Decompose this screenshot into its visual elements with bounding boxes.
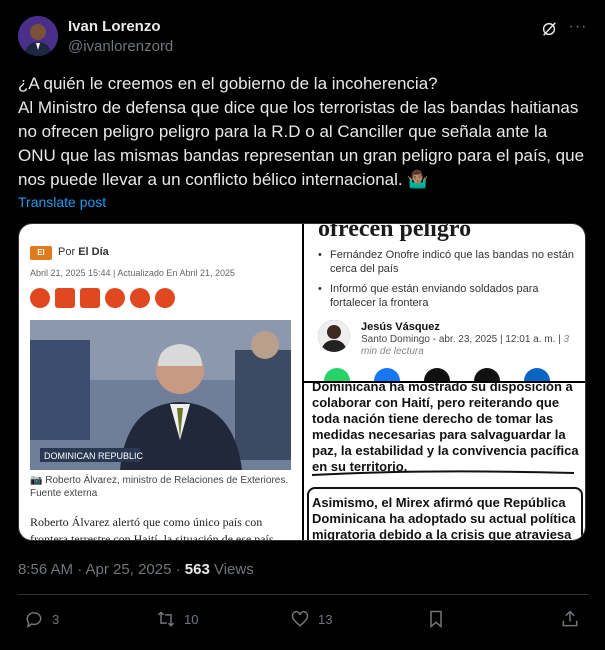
reply-icon	[26, 612, 42, 629]
reply-count: 3	[52, 611, 60, 627]
author-photo	[318, 320, 350, 352]
grok-icon[interactable]	[540, 20, 558, 38]
linkedin-icon	[524, 368, 550, 381]
share-button[interactable]	[560, 609, 580, 629]
author-name[interactable]: Ivan Lorenzo	[68, 18, 161, 35]
bookmark-button[interactable]	[426, 609, 446, 629]
reply-button[interactable]: 3	[24, 609, 59, 629]
article-dateline: Abril 21, 2025 15:44 | Actualizado En Ab…	[30, 268, 235, 278]
bookmark-icon	[430, 610, 442, 629]
post-header: Ivan Lorenzo @ivanlorenzord ···	[18, 16, 588, 60]
views-label: Views	[209, 561, 254, 578]
heart-icon	[291, 610, 309, 627]
underline-mark	[311, 470, 575, 476]
post-time[interactable]: 8:56 AM · Apr 25, 2025 ·	[18, 561, 185, 578]
article-meta: Santo Domingo - abr. 23, 2025 | 12:01 a.…	[361, 334, 581, 358]
threads-icon	[474, 368, 500, 381]
article-excerpt: Dominicana ha mostrado su disposición a …	[312, 383, 579, 474]
whatsapp-icon	[324, 368, 350, 381]
article-bullets: Fernández Onofre indicó que las bandas n…	[318, 248, 576, 316]
bullet-item: Fernández Onofre indicó que las bandas n…	[318, 248, 576, 276]
article-excerpt-highlighted: Asimismo, el Mirex afirmó que República …	[312, 495, 576, 541]
article-byline: Por El Día	[58, 246, 109, 258]
like-button[interactable]: 13	[290, 609, 332, 629]
media-image-2[interactable]: ofrecen peligro Fernández Onofre indicó …	[304, 224, 585, 381]
author-handle[interactable]: @ivanlorenzord	[68, 38, 173, 55]
repost-count: 10	[184, 611, 199, 627]
linkedin-icon	[80, 288, 100, 308]
share-icon	[562, 610, 578, 627]
share-icons	[324, 368, 550, 381]
avatar[interactable]	[18, 16, 58, 56]
svg-text:DOMINICAN REPUBLIC: DOMINICAN REPUBLIC	[44, 451, 144, 461]
share-icons	[30, 288, 175, 308]
byline-source: El Día	[78, 246, 109, 258]
facebook-icon	[30, 288, 50, 308]
action-bar: 3 10 13	[18, 609, 588, 633]
views-count: 563	[184, 561, 210, 578]
bullet-item: Informó que están enviando soldados para…	[318, 282, 576, 310]
article-body: Roberto Álvarez alertó que como único pa…	[30, 515, 274, 541]
post-media[interactable]: El Día Por El Día Abril 21, 2025 15:44 |…	[18, 223, 586, 541]
divider	[18, 594, 588, 595]
x-icon	[424, 368, 450, 381]
el-dia-logo: El Día	[30, 246, 52, 271]
translate-post-link[interactable]: Translate post	[18, 194, 106, 210]
repost-button[interactable]: 10	[156, 609, 198, 629]
post-text: ¿A quién le creemos en el gobierno de la…	[18, 74, 585, 189]
x-icon	[55, 288, 75, 308]
media-image-3[interactable]: Dominicana ha mostrado su disposición a …	[304, 383, 585, 541]
byline-prefix: Por	[58, 246, 76, 258]
facebook-icon	[374, 368, 400, 381]
like-count: 13	[318, 611, 333, 627]
article-date: Santo Domingo - abr. 23, 2025 | 12:01 a.…	[361, 334, 561, 345]
photo-caption: 📷 Roberto Álvarez, ministro de Relacione…	[30, 475, 289, 499]
more-options-icon[interactable]: ···	[568, 19, 588, 38]
telegram-icon	[155, 288, 175, 308]
repost-icon	[157, 611, 175, 627]
whatsapp-icon	[130, 288, 150, 308]
post-timestamp: 8:56 AM · Apr 25, 2025 · 563 Views	[18, 561, 254, 578]
article-headline: ofrecen peligro	[318, 224, 472, 242]
media-image-1[interactable]: El Día Por El Día Abril 21, 2025 15:44 |…	[19, 224, 302, 541]
pinterest-icon	[105, 288, 125, 308]
article-photo: DOMINICAN REPUBLIC	[30, 320, 291, 470]
article-author: Jesús Vásquez	[361, 321, 440, 333]
